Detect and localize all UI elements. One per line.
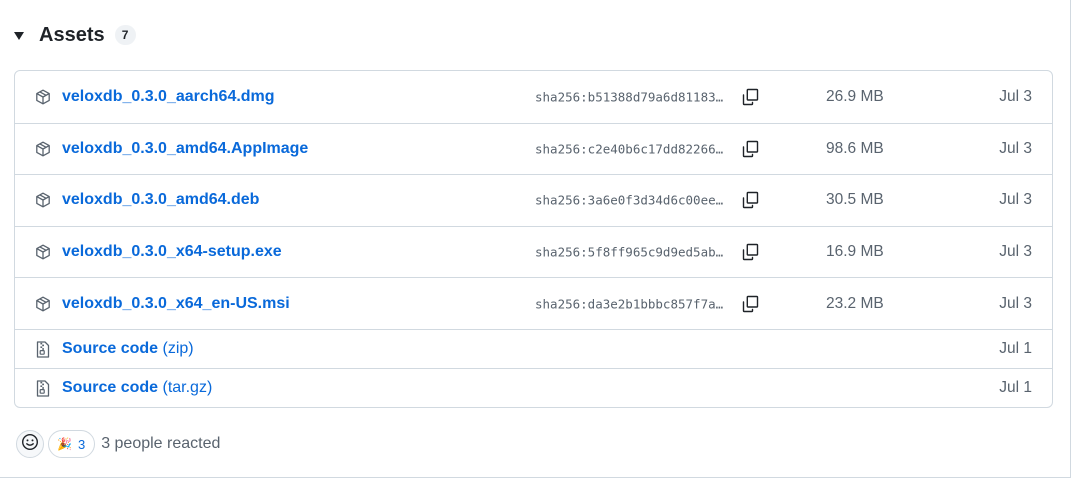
source-link-format: (tar.gz) (162, 379, 213, 397)
add-reaction-button[interactable] (16, 430, 44, 458)
copy-icon[interactable] (739, 189, 761, 211)
reactions-summary: 3 people reacted (101, 435, 221, 452)
asset-row: veloxdb_0.3.0_amd64.deb sha256:3a6e0f3d3… (15, 174, 1052, 226)
asset-link[interactable]: veloxdb_0.3.0_x64-setup.exe (62, 243, 282, 261)
reaction-count: 3 (77, 436, 86, 452)
asset-date: Jul 3 (999, 243, 1032, 261)
package-icon (35, 295, 51, 313)
package-icon (35, 88, 51, 106)
source-link-label: Source code (62, 340, 159, 358)
asset-link[interactable]: veloxdb_0.3.0_x64_en-US.msi (62, 295, 290, 313)
source-date: Jul 1 (999, 340, 1032, 358)
asset-size: 30.5 MB (826, 191, 884, 209)
asset-row: veloxdb_0.3.0_aarch64.dmg sha256:b51388d… (15, 71, 1052, 123)
smiley-icon (21, 433, 39, 456)
asset-size: 98.6 MB (826, 139, 884, 157)
source-code-targz-link[interactable]: Source code (tar.gz) (62, 379, 212, 397)
copy-icon[interactable] (739, 138, 761, 160)
file-zip-icon (35, 379, 51, 397)
assets-header[interactable]: Assets 7 (14, 20, 136, 50)
asset-sha256: sha256:c2e40b6c17dd82266… (535, 141, 724, 157)
triangle-down-icon[interactable] (14, 32, 24, 40)
asset-sha256: sha256:b51388d79a6d81183… (535, 89, 724, 105)
copy-icon[interactable] (739, 293, 761, 315)
package-icon (35, 243, 51, 261)
asset-size: 26.9 MB (826, 87, 884, 105)
asset-sha256: sha256:da3e2b1bbbc857f7a… (535, 296, 724, 312)
package-icon (35, 140, 51, 158)
asset-row: veloxdb_0.3.0_amd64.AppImage sha256:c2e4… (15, 122, 1052, 175)
file-zip-icon (35, 340, 51, 358)
copy-icon[interactable] (739, 241, 761, 263)
tada-reaction-button[interactable]: 🎉 3 (48, 430, 96, 458)
asset-date: Jul 3 (999, 191, 1032, 209)
reactions-bar: 🎉 3 3 people reacted (16, 430, 220, 458)
asset-link[interactable]: veloxdb_0.3.0_amd64.deb (62, 191, 259, 209)
asset-date: Jul 3 (999, 139, 1032, 157)
card-border-right (1070, 0, 1071, 478)
asset-sha256: sha256:5f8ff965c9d9ed5ab… (535, 244, 724, 260)
source-row: Source code (tar.gz) Jul 1 (15, 368, 1052, 407)
source-date: Jul 1 (999, 379, 1032, 397)
card-border-bottom (0, 477, 1071, 478)
asset-date: Jul 3 (999, 294, 1032, 312)
asset-size: 23.2 MB (826, 294, 884, 312)
assets-title: Assets (39, 23, 105, 46)
source-link-format: (zip) (162, 340, 194, 358)
package-icon (35, 191, 51, 209)
asset-size: 16.9 MB (826, 243, 884, 261)
assets-count-badge: 7 (114, 25, 136, 45)
source-row: Source code (zip) Jul 1 (15, 328, 1052, 368)
asset-row: veloxdb_0.3.0_x64_en-US.msi sha256:da3e2… (15, 277, 1052, 329)
source-link-label: Source code (62, 379, 159, 397)
source-code-zip-link[interactable]: Source code (zip) (62, 340, 194, 358)
asset-row: veloxdb_0.3.0_x64-setup.exe sha256:5f8ff… (15, 225, 1052, 278)
assets-list: veloxdb_0.3.0_aarch64.dmg sha256:b51388d… (14, 70, 1053, 408)
asset-link[interactable]: veloxdb_0.3.0_aarch64.dmg (62, 88, 275, 106)
asset-link[interactable]: veloxdb_0.3.0_amd64.AppImage (62, 140, 308, 158)
copy-icon[interactable] (739, 86, 761, 108)
tada-emoji: 🎉 (57, 437, 72, 451)
asset-sha256: sha256:3a6e0f3d34d6c00ee… (535, 192, 724, 208)
asset-date: Jul 3 (999, 87, 1032, 105)
